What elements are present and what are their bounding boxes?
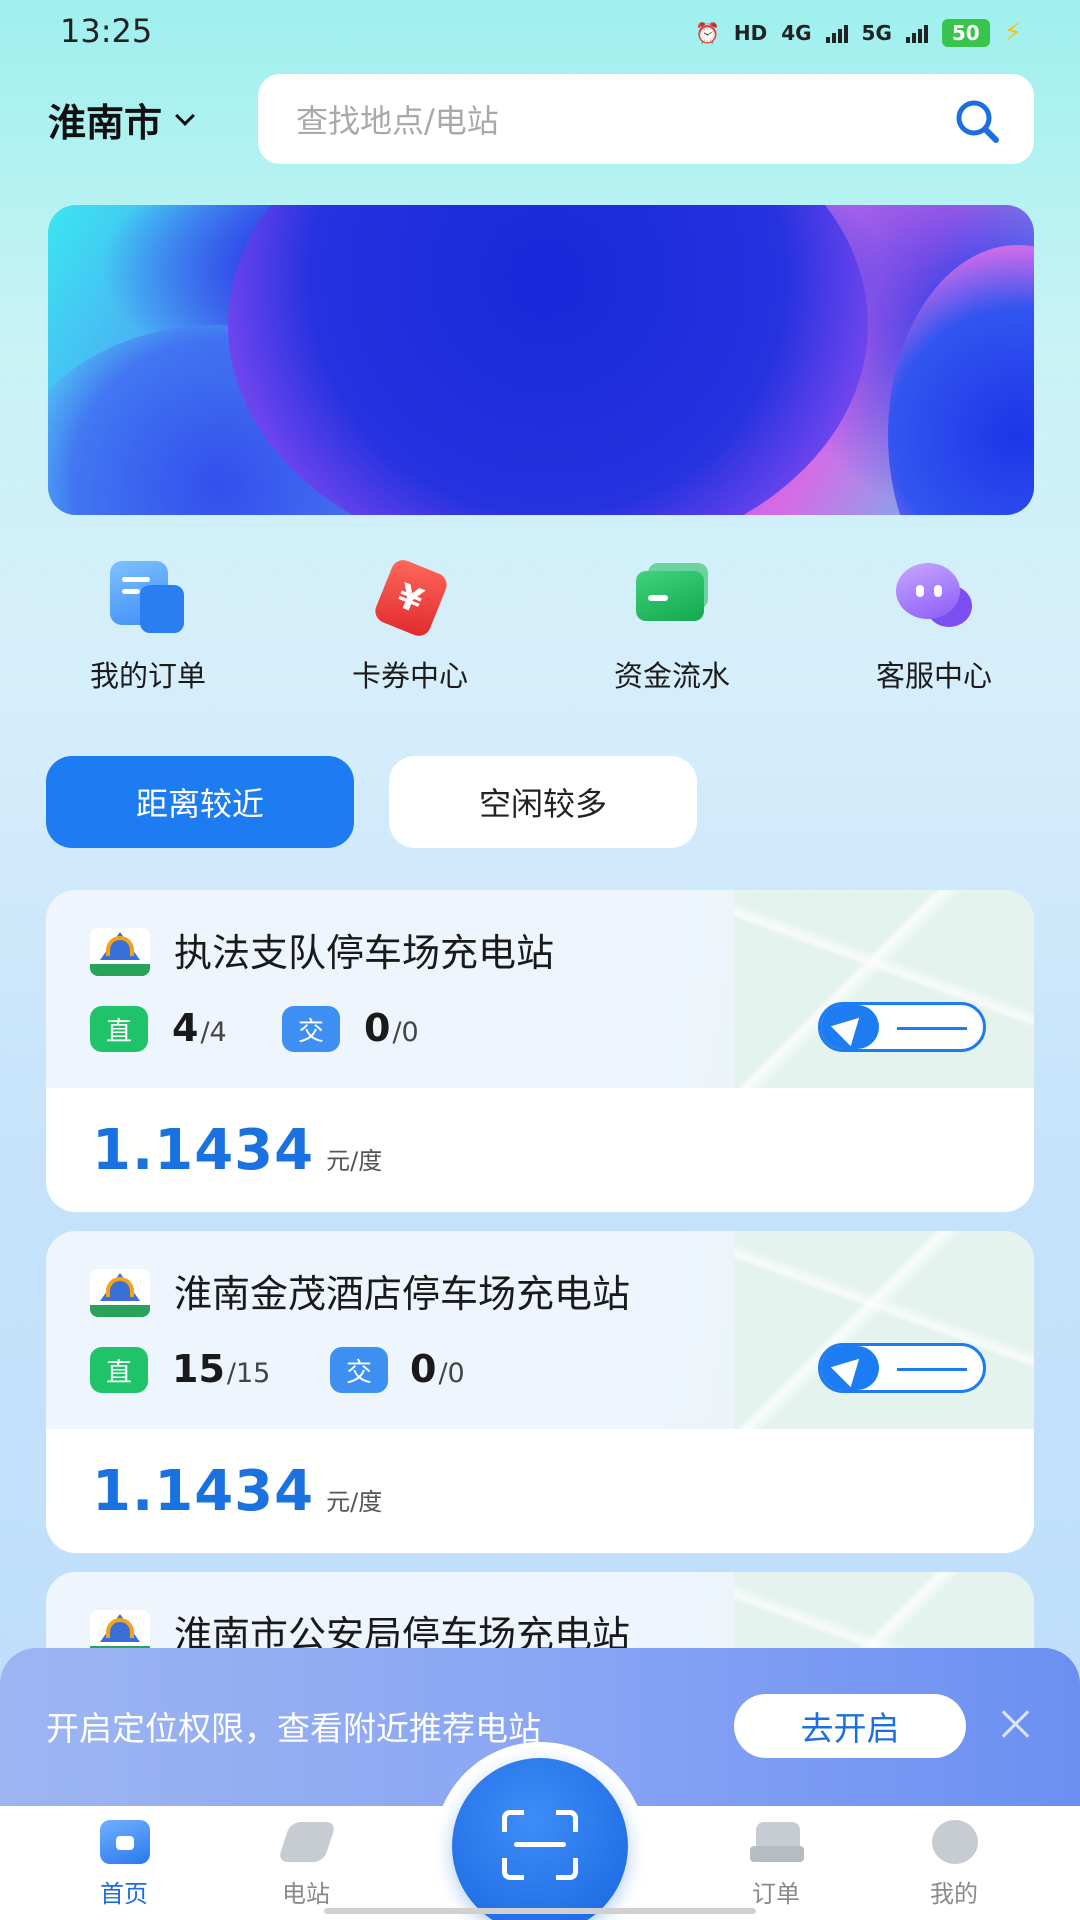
price: 1.1434 元/度 xyxy=(92,1459,382,1524)
my-orders-button[interactable]: 我的订单 xyxy=(48,555,248,705)
tab-station[interactable]: 电站 xyxy=(246,1816,366,1909)
map-background xyxy=(734,1231,1034,1429)
status-time: 13:25 xyxy=(60,12,153,50)
tab-label: 首页 xyxy=(100,1880,148,1908)
price: 1.1434 元/度 xyxy=(92,1118,382,1183)
status-icons: ⏰ HD 4G 5G 50 ⚡ xyxy=(695,18,1022,48)
search-placeholder: 查找地点/电站 xyxy=(296,102,499,140)
quick-item-label: 资金流水 xyxy=(613,659,730,693)
chat-icon xyxy=(892,555,976,639)
status-bar: 13:25 ⏰ HD 4G 5G 50 ⚡ xyxy=(0,0,1080,66)
signal-5g-icon xyxy=(905,23,928,43)
station-card[interactable]: 执法支队停车场充电站 直 4/4 交 0/0 1.1434 元/度 xyxy=(46,890,1034,1212)
home-indicator xyxy=(324,1908,756,1914)
hd-indicator: HD xyxy=(733,21,768,45)
filter-nearest-tab[interactable]: 距离较近 xyxy=(46,756,354,848)
charging-icon: ⚡ xyxy=(1003,18,1022,48)
dc-badge: 直 xyxy=(90,1347,148,1393)
city-name: 淮南市 xyxy=(48,101,163,145)
location-prompt-text: 开启定位权限，查看附近推荐电站 xyxy=(46,1709,541,1748)
customer-service-button[interactable]: 客服中心 xyxy=(834,555,1034,705)
tab-mine[interactable]: 我的 xyxy=(894,1816,1014,1909)
signal-4g-icon xyxy=(825,23,848,43)
fund-flow-button[interactable]: 资金流水 xyxy=(572,555,772,705)
station-icon xyxy=(276,1816,337,1868)
signal-5g-label: 5G xyxy=(861,21,892,45)
navigate-button[interactable] xyxy=(818,1002,986,1052)
ac-badge: 交 xyxy=(330,1347,388,1393)
station-name: 淮南金茂酒店停车场充电站 xyxy=(174,1272,631,1316)
map-background xyxy=(734,890,1034,1088)
price-unit: 元/度 xyxy=(326,1488,383,1516)
tab-label: 电站 xyxy=(282,1880,330,1908)
ac-availability: 0/0 xyxy=(364,1006,419,1050)
promo-banner[interactable] xyxy=(48,205,1034,515)
tab-label: 我的 xyxy=(930,1880,978,1908)
price-unit: 元/度 xyxy=(326,1147,383,1175)
tab-label: 订单 xyxy=(752,1880,800,1908)
coupon-center-button[interactable]: ¥ 卡券中心 xyxy=(310,555,510,705)
filter-most-idle-tab[interactable]: 空闲较多 xyxy=(389,756,697,848)
quick-item-label: 客服中心 xyxy=(875,659,992,693)
ac-availability: 0/0 xyxy=(410,1347,465,1391)
quick-item-label: 我的订单 xyxy=(89,659,206,693)
navigate-button[interactable] xyxy=(818,1343,986,1393)
station-card[interactable]: 淮南金茂酒店停车场充电站 直 15/15 交 0/0 1.1434 元/度 xyxy=(46,1231,1034,1553)
signal-4g-label: 4G xyxy=(781,21,812,45)
quick-menu: 我的订单 ¥ 卡券中心 资金流水 客服中心 xyxy=(48,555,1034,705)
station-logo xyxy=(90,1269,150,1317)
city-selector[interactable]: 淮南市 xyxy=(48,92,195,147)
dc-availability: 15/15 xyxy=(172,1347,271,1391)
wallet-icon xyxy=(630,555,714,639)
search-input[interactable]: 查找地点/电站 xyxy=(258,74,1034,164)
quick-item-label: 卡券中心 xyxy=(351,659,468,693)
battery-icon: 50 xyxy=(941,19,990,47)
profile-icon xyxy=(924,1816,984,1868)
ac-badge: 交 xyxy=(282,1006,340,1052)
dc-availability: 4/4 xyxy=(172,1006,227,1050)
station-name: 执法支队停车场充电站 xyxy=(174,931,555,975)
close-icon[interactable] xyxy=(998,1706,1034,1742)
order-icon xyxy=(106,555,190,639)
enable-location-button[interactable]: 去开启 xyxy=(734,1694,966,1758)
coupon-icon: ¥ xyxy=(368,555,452,640)
scan-button[interactable] xyxy=(452,1758,628,1920)
chevron-down-icon xyxy=(175,105,195,126)
search-icon[interactable] xyxy=(952,96,1002,146)
price-value: 1.1434 xyxy=(92,1459,315,1524)
scan-icon xyxy=(502,1810,578,1880)
home-icon xyxy=(94,1816,154,1868)
price-value: 1.1434 xyxy=(92,1118,315,1183)
order-tab-icon xyxy=(746,1816,806,1868)
alarm-icon: ⏰ xyxy=(694,21,720,45)
station-logo xyxy=(90,928,150,976)
tab-order[interactable]: 订单 xyxy=(716,1816,836,1909)
tab-home[interactable]: 首页 xyxy=(64,1816,184,1909)
dc-badge: 直 xyxy=(90,1006,148,1052)
